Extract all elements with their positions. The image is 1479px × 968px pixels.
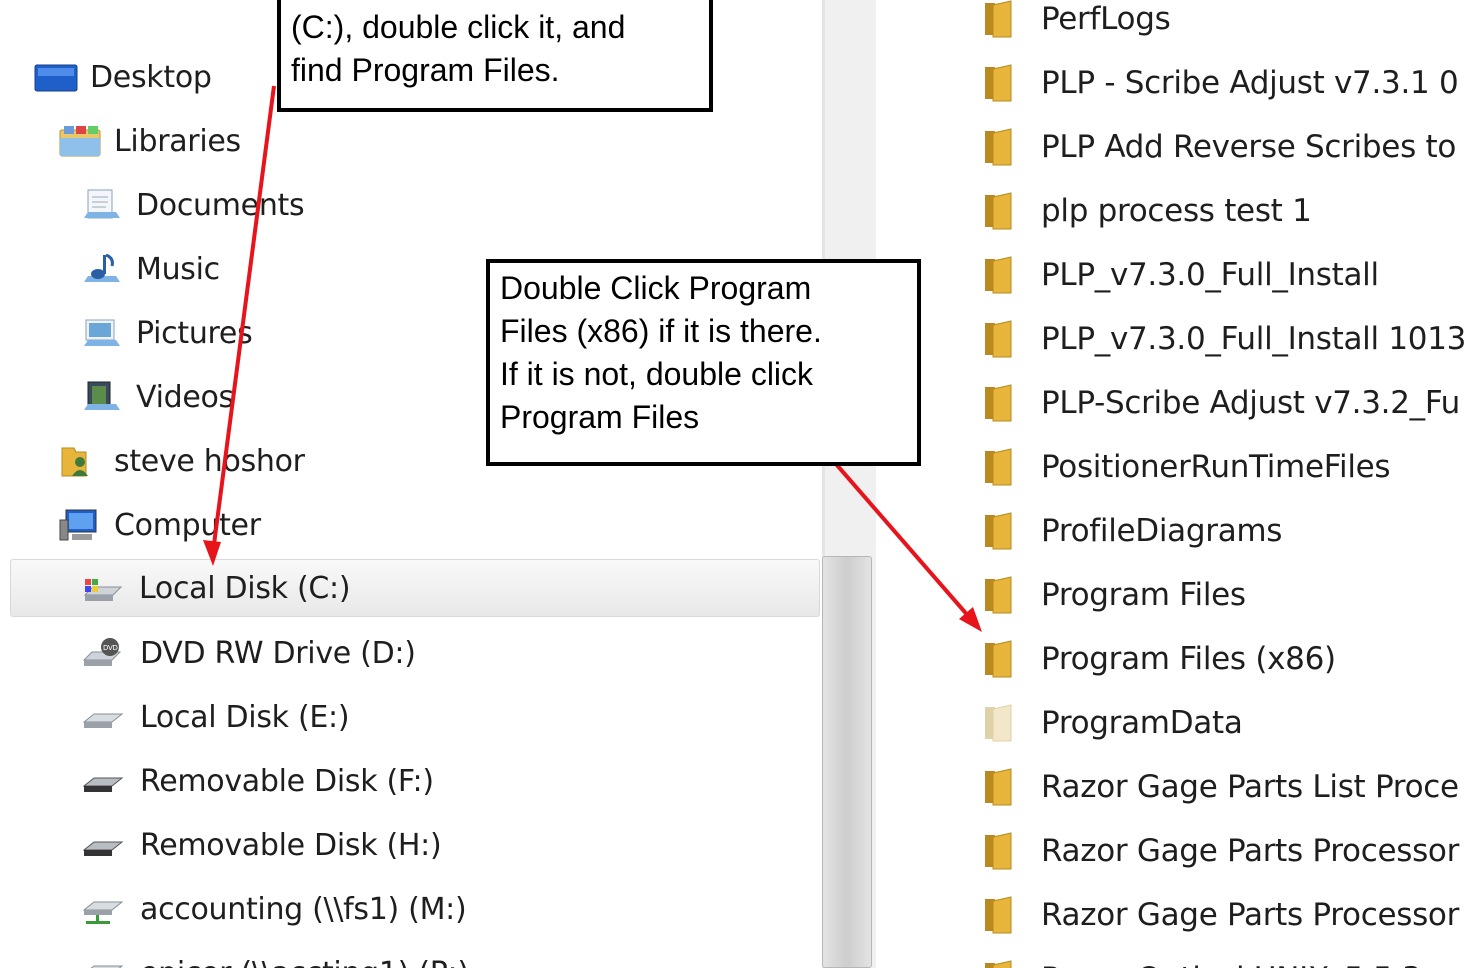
callout-top-line: (C:), double click it, and: [291, 9, 626, 45]
callout-middle-line: Double Click Program: [500, 270, 812, 306]
annotation-arrows: [203, 85, 982, 632]
callout-top: (C:), double click it, and find Program …: [277, 0, 713, 112]
callout-middle-line: Files (x86) if it is there.: [500, 313, 822, 349]
arrow-to-local-disk: [211, 85, 276, 553]
arrow-to-program-files-x86: [834, 462, 972, 620]
callout-top-line: find Program Files.: [291, 52, 560, 88]
callout-middle: Double Click Program Files (x86) if it i…: [486, 259, 921, 466]
arrowhead-local-disk: [203, 540, 221, 566]
callout-middle-line: If it is not, double click: [500, 356, 814, 392]
callout-middle-line: Program Files: [500, 399, 700, 435]
